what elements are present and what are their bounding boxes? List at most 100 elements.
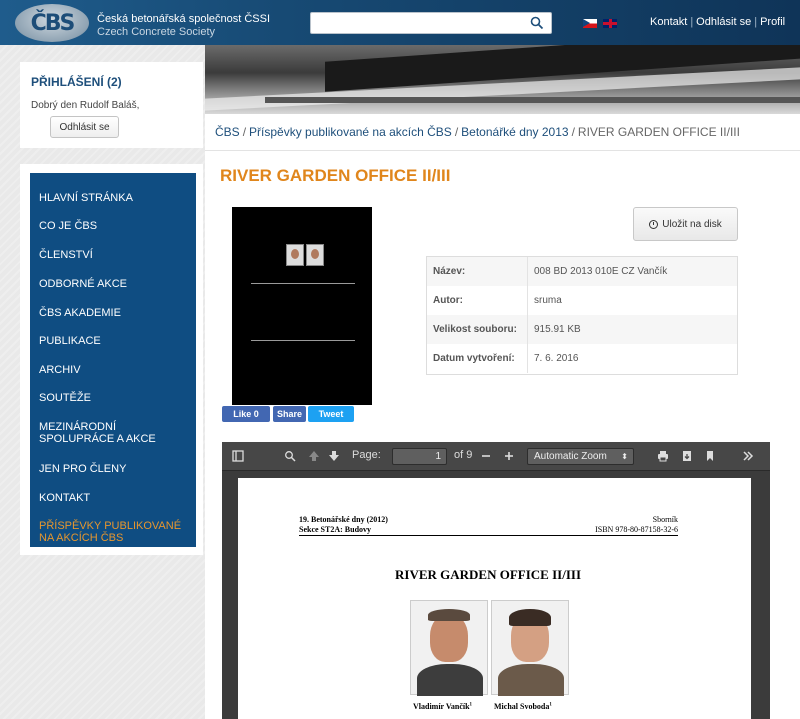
nav-item-members-only[interactable]: JEN PRO ČLENY	[39, 463, 126, 475]
table-row: Název: 008 BD 2013 010E CZ Vančík	[427, 257, 737, 286]
page-total: of 9	[454, 449, 473, 461]
nav-item-label: NA AKCÍCH ČBS	[39, 532, 124, 544]
field-label: Velikost souboru:	[433, 324, 517, 335]
doc-title: RIVER GARDEN OFFICE II/III	[395, 567, 581, 582]
field-value: 7. 6. 2016	[534, 353, 579, 364]
page-label: Page:	[352, 449, 381, 461]
zoom-in-icon[interactable]	[503, 450, 515, 462]
table-row: Velikost souboru: 915.91 KB	[427, 315, 737, 344]
czech-flag-icon[interactable]	[583, 19, 597, 28]
author-photo	[491, 600, 569, 696]
bookmark-icon[interactable]	[704, 450, 716, 462]
field-value: 008 BD 2013 010E CZ Vančík	[534, 266, 668, 277]
header-banner-image	[205, 45, 800, 114]
table-row: Autor: sruma	[427, 286, 737, 315]
sidebar-toggle-icon[interactable]	[232, 450, 244, 462]
logout-button[interactable]: Odhlásit se	[50, 116, 119, 138]
nav-item-label: SPOLUPRÁCE A AKCE	[39, 433, 156, 445]
photo-shape	[509, 609, 551, 626]
breadcrumb-item[interactable]: Betonářké dny 2013	[461, 125, 568, 139]
print-icon[interactable]	[657, 450, 669, 462]
nav-item-published-papers[interactable]: PŘÍSPĚVKY PUBLIKOVANÉ NA AKCÍCH ČBS	[39, 520, 181, 544]
login-panel: PŘIHLÁŠENÍ (2) Dobrý den Rudolf Baláš, O…	[20, 62, 203, 148]
login-greeting: Dobrý den Rudolf Baláš,	[31, 100, 140, 111]
download-icon[interactable]	[681, 450, 693, 462]
logout-link[interactable]: Odhlásit se	[696, 16, 751, 28]
breadcrumb-current: RIVER GARDEN OFFICE II/III	[577, 125, 740, 139]
breadcrumb: ČBS / Příspěvky publikované na akcích ČBS /…	[215, 125, 740, 139]
author-photo	[410, 600, 488, 696]
login-title: PŘIHLÁŠENÍ (2)	[31, 75, 122, 89]
page-number-input[interactable]: 1	[392, 448, 447, 465]
top-links: Kontakt | Odhlásit se | Profil	[650, 16, 785, 28]
nav-item-academy[interactable]: ČBS AKADEMIE	[39, 307, 121, 319]
author-caption: Michal Svoboda1	[494, 702, 552, 711]
find-icon[interactable]	[284, 450, 296, 462]
tweet-button[interactable]: Tweet	[308, 406, 354, 422]
field-value: 915.91 KB	[534, 324, 581, 335]
breadcrumb-separator: /	[242, 125, 247, 139]
column-divider	[527, 257, 528, 286]
column-divider	[527, 286, 528, 315]
author-name: Vladimír Vančík	[413, 702, 470, 711]
nav-item-events[interactable]: ODBORNÉ AKCE	[39, 278, 127, 290]
previous-page-icon[interactable]	[308, 450, 320, 462]
photo-shape	[430, 614, 468, 662]
table-row: Datum vytvoření: 7. 6. 2016	[427, 344, 737, 373]
doc-rule	[299, 535, 678, 536]
tools-icon[interactable]	[742, 450, 754, 462]
nav-item-contact[interactable]: KONTAKT	[39, 492, 90, 504]
thumb-line	[251, 340, 355, 341]
nav-item-competitions[interactable]: SOUTĚŽE	[39, 392, 91, 404]
select-arrows-icon: ⬍	[621, 452, 628, 461]
main-content: ČBS / Příspěvky publikované na akcích ČBS /…	[205, 114, 800, 719]
photo-shape	[417, 664, 483, 696]
zoom-out-icon[interactable]	[480, 450, 492, 462]
nav-item-publications[interactable]: PUBLIKACE	[39, 335, 101, 347]
zoom-value: Automatic Zoom	[534, 451, 607, 462]
pdf-toolbar: Page: 1 of 9 Automatic Zoom ⬍	[222, 442, 770, 471]
separator: |	[754, 16, 758, 28]
contact-link[interactable]: Kontakt	[650, 16, 687, 28]
search-icon[interactable]	[529, 15, 545, 31]
pdf-viewer: Page: 1 of 9 Automatic Zoom ⬍ 19. Betoná…	[222, 442, 770, 719]
document-thumbnail[interactable]	[232, 207, 372, 405]
logo[interactable]: ČBS	[15, 4, 89, 42]
breadcrumb-separator: /	[571, 125, 575, 139]
photo-shape	[428, 609, 470, 621]
pdf-page: 19. Betonářské dny (2012) Sekce ST2A: Bu…	[238, 478, 751, 719]
zoom-select[interactable]: Automatic Zoom ⬍	[527, 448, 634, 465]
divider	[205, 150, 800, 151]
page-title: RIVER GARDEN OFFICE II/III	[220, 166, 451, 185]
org-name-cs: Česká betonářská společnost ČSSI	[97, 13, 271, 25]
nav-item-archive[interactable]: ARCHIV	[39, 364, 81, 376]
site-header: ČBS Česká betonářská společnost ČSSI Cze…	[0, 0, 800, 45]
next-page-icon[interactable]	[328, 450, 340, 462]
file-info-table: Název: 008 BD 2013 010E CZ Vančík Autor:…	[426, 256, 738, 375]
author-caption: Vladimír Vančík1	[413, 702, 472, 711]
field-value: sruma	[534, 295, 562, 306]
sidebar: HLAVNÍ STRÁNKA CO JE ČBS ČLENSTVÍ ODBORN…	[20, 164, 203, 555]
nav-item-label: MEZINÁRODNÍ	[39, 421, 116, 433]
facebook-share-button[interactable]: Share	[273, 406, 306, 422]
nav-item-label: PŘÍSPĚVKY PUBLIKOVANÉ	[39, 520, 182, 532]
breadcrumb-separator: /	[454, 125, 459, 139]
author-superscript: 1	[469, 702, 473, 708]
banner-shape	[265, 97, 800, 103]
thumb-line	[251, 283, 355, 284]
nav-item-home[interactable]: HLAVNÍ STRÁNKA	[39, 192, 133, 204]
separator: |	[690, 16, 694, 28]
save-to-disk-button[interactable]: Uložit na disk	[633, 207, 738, 241]
author-superscript: 1	[549, 702, 552, 708]
search-input[interactable]	[310, 12, 552, 34]
nav-item-membership[interactable]: ČLENSTVÍ	[39, 249, 93, 261]
author-name: Michal Svoboda	[494, 702, 550, 711]
nav-item-about[interactable]: CO JE ČBS	[39, 220, 97, 232]
profile-link[interactable]: Profil	[760, 16, 785, 28]
nav-item-international[interactable]: MEZINÁRODNÍ SPOLUPRÁCE A AKCE	[39, 421, 156, 445]
english-flag-icon[interactable]	[603, 19, 617, 28]
breadcrumb-item[interactable]: Příspěvky publikované na akcích ČBS	[249, 125, 452, 139]
photo-shape	[498, 664, 564, 696]
breadcrumb-item[interactable]: ČBS	[215, 125, 240, 139]
facebook-like-button[interactable]: Like 0	[222, 406, 270, 422]
